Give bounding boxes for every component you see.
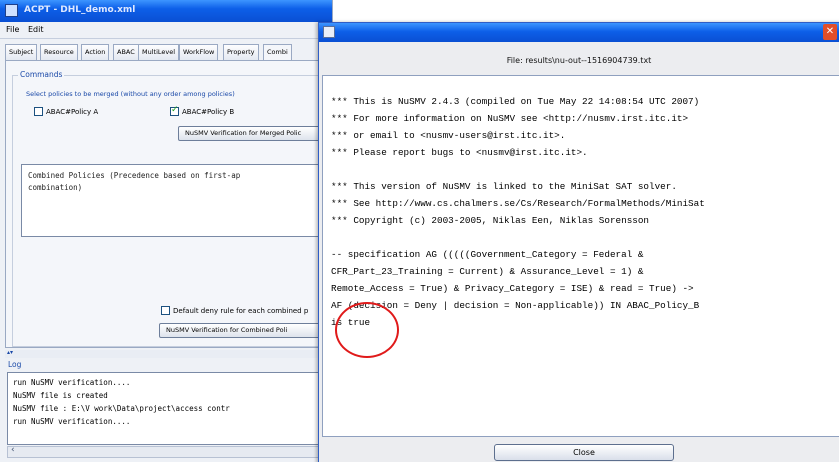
log-label: Log <box>8 360 22 369</box>
tab-property[interactable]: Property <box>223 44 259 60</box>
log-splitter[interactable]: ▴▾ <box>5 349 335 358</box>
tab-resource[interactable]: Resource <box>40 44 78 60</box>
tab-multilevel[interactable]: MultiLevel <box>138 44 180 60</box>
menu-bar: File Edit <box>0 22 332 39</box>
result-line: *** This version of NuSMV is linked to t… <box>331 181 677 192</box>
acpt-main-window: ACPT - DHL_demo.xml File Edit Subject Re… <box>0 0 335 462</box>
tab-abac[interactable]: ABAC <box>113 44 139 60</box>
commands-legend: Commands <box>18 70 65 79</box>
main-window-title: ACPT - DHL_demo.xml <box>24 5 136 15</box>
policy-a-checkbox[interactable]: ABAC#Policy A <box>34 107 98 116</box>
default-deny-label: Default deny rule for each combined p <box>173 306 309 315</box>
app-icon <box>5 4 18 17</box>
tab-subject[interactable]: Subject <box>5 44 38 60</box>
tab-strip: Subject Resource Action ABAC MultiLevel … <box>5 44 335 60</box>
merge-hint-text: Select policies to be merged (without an… <box>26 90 235 98</box>
log-line: run NuSMV verification.... <box>13 417 131 426</box>
log-output[interactable]: run NuSMV verification.... NuSMV file is… <box>7 372 333 445</box>
policy-b-label: ABAC#Policy B <box>182 107 235 116</box>
combined-policies-textarea[interactable]: Combined Policies (Precedence based on f… <box>21 164 332 237</box>
tab-action[interactable]: Action <box>81 44 110 60</box>
java-cup-icon <box>323 26 335 38</box>
result-line: -- specification AG (((((Government_Cate… <box>331 249 644 260</box>
combined-policies-line: combination) <box>28 183 83 192</box>
main-title-bar[interactable]: ACPT - DHL_demo.xml <box>0 0 332 22</box>
results-dialog: ✕ File: results\nu-out--1516904739.txt *… <box>318 22 839 462</box>
close-button[interactable]: Close <box>494 444 674 461</box>
menu-edit[interactable]: Edit <box>28 25 44 34</box>
result-line: CFR_Part_23_Training = Current) & Assura… <box>331 266 644 277</box>
result-line: *** Please report bugs to <nusmv@irst.it… <box>331 147 588 158</box>
log-line: NuSMV file is created <box>13 391 108 400</box>
menu-file[interactable]: File <box>6 25 19 34</box>
splitter-arrows-icon[interactable]: ▴▾ <box>7 349 13 356</box>
combined-policies-line: Combined Policies (Precedence based on f… <box>28 171 241 180</box>
log-line: run NuSMV verification.... <box>13 378 131 387</box>
policy-a-label: ABAC#Policy A <box>46 107 99 116</box>
dialog-close-icon[interactable]: ✕ <box>823 24 837 40</box>
checkbox-box[interactable] <box>34 107 43 116</box>
result-line: *** This is NuSMV 2.4.3 (compiled on Tue… <box>331 96 700 107</box>
result-line: *** Copyright (c) 2003-2005, Niklas Een,… <box>331 215 650 226</box>
log-line: NuSMV file : E:\V work\Data\project\acce… <box>13 404 230 413</box>
merged-verification-button[interactable]: NuSMV Verification for Merged Polic <box>178 126 333 141</box>
result-line: *** For more information on NuSMV see <h… <box>331 113 689 124</box>
policy-b-checkbox[interactable]: ABAC#Policy B <box>170 105 235 116</box>
checkbox-box[interactable] <box>161 306 170 315</box>
highlight-circle-annotation <box>335 302 399 358</box>
dialog-title-bar[interactable]: ✕ <box>319 23 839 42</box>
log-horizontal-scrollbar[interactable]: ‹ <box>7 445 333 458</box>
tab-combine[interactable]: Combi <box>263 44 292 60</box>
combined-verification-button[interactable]: NuSMV Verification for Combined Poli <box>159 323 333 338</box>
result-line: Remote_Access = True) & Privacy_Category… <box>331 283 694 294</box>
default-deny-checkbox[interactable]: Default deny rule for each combined p <box>161 306 308 315</box>
result-line: *** See http://www.cs.chalmers.se/Cs/Res… <box>331 198 705 209</box>
result-text-area[interactable]: *** This is NuSMV 2.4.3 (compiled on Tue… <box>322 75 839 437</box>
result-file-label: File: results\nu-out--1516904739.txt <box>506 56 652 65</box>
scroll-left-icon[interactable]: ‹ <box>11 445 15 455</box>
result-line: *** or email to <nusmv-users@irst.itc.it… <box>331 130 566 141</box>
checkbox-checked-icon[interactable] <box>170 105 179 116</box>
tab-workflow[interactable]: WorkFlow <box>179 44 219 60</box>
